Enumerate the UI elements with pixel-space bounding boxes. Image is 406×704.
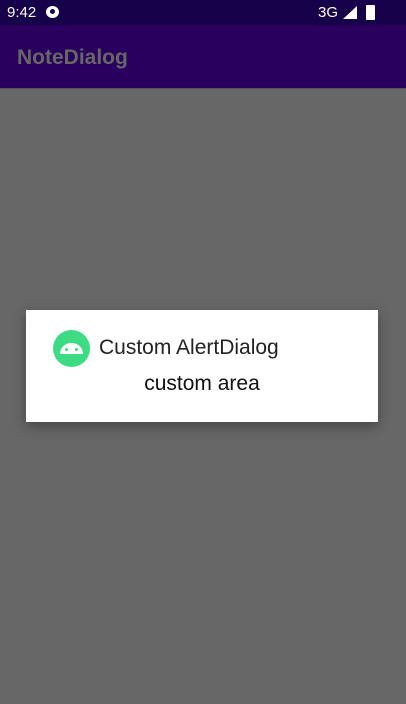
android-icon	[53, 330, 90, 367]
signal-icon	[343, 6, 357, 19]
notification-icon	[46, 6, 59, 18]
app-bar: NoteDialog	[0, 25, 406, 89]
status-bar: 9:42 3G	[0, 0, 406, 25]
dialog-custom-area: custom area	[144, 372, 260, 395]
status-time: 9:42	[7, 4, 37, 21]
battery-icon	[366, 5, 375, 20]
network-type: 3G	[318, 4, 339, 21]
app-title: NoteDialog	[17, 46, 128, 69]
dialog-title: Custom AlertDialog	[99, 336, 279, 359]
alert-dialog: Custom AlertDialog custom area	[26, 310, 378, 422]
